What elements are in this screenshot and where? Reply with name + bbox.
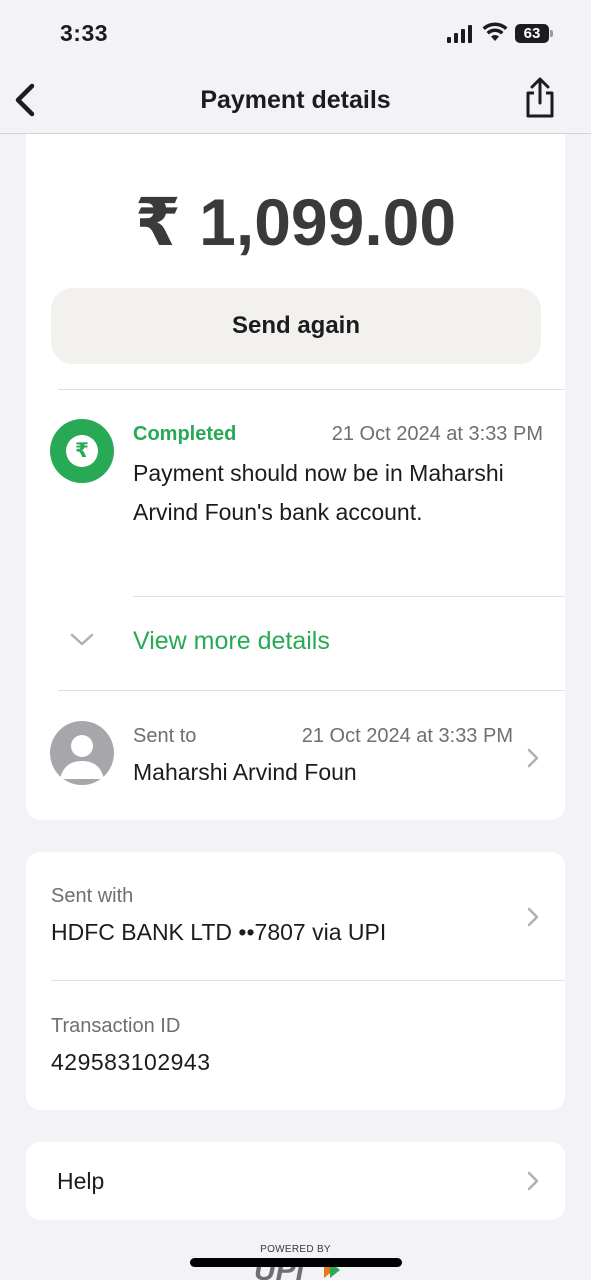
view-more-details-link[interactable]: View more details <box>133 627 330 656</box>
rupee-icon: ₹ <box>66 435 98 467</box>
sent-to-label: Sent to <box>133 725 197 747</box>
transaction-id-label: Transaction ID <box>51 1015 181 1037</box>
powered-by-label: POWERED BY <box>260 1244 331 1255</box>
chevron-right-icon[interactable] <box>526 1170 540 1192</box>
help-card[interactable]: Help <box>26 1142 565 1220</box>
chevron-right-icon[interactable] <box>526 747 540 769</box>
send-again-button[interactable]: Send again <box>51 288 541 364</box>
page-title: Payment details <box>200 86 391 114</box>
nav-bar: Payment details <box>0 66 591 134</box>
status-time: 3:33 <box>60 20 109 46</box>
divider <box>133 596 565 597</box>
payment-card: ₹ 1,099.00 Send again ₹ Completed 21 Oct… <box>26 134 565 820</box>
recipient-name[interactable]: Maharshi Arvind Foun <box>133 759 357 786</box>
signal-icon <box>447 25 475 43</box>
divider <box>58 690 565 691</box>
battery-nub <box>550 30 553 37</box>
status-message: Payment should now be in Maharshi Arvind… <box>133 460 504 525</box>
status-label: Completed <box>133 423 237 445</box>
home-indicator <box>190 1258 402 1267</box>
divider <box>58 389 565 390</box>
sent-with-value[interactable]: HDFC BANK LTD ••7807 via UPI <box>51 919 386 946</box>
share-button[interactable] <box>522 76 558 120</box>
divider <box>51 980 565 981</box>
chevron-down-icon[interactable] <box>70 631 94 649</box>
transaction-id-value: 429583102943 <box>51 1049 211 1075</box>
status-date: 21 Oct 2024 at 3:33 PM <box>331 423 543 445</box>
status-bar: 3:33 63 <box>0 0 591 66</box>
payment-amount: ₹ 1,099.00 <box>134 185 457 259</box>
bank-details-card: Sent with HDFC BANK LTD ••7807 via UPI T… <box>26 852 565 1110</box>
chevron-right-icon[interactable] <box>526 906 540 928</box>
share-icon <box>526 77 554 118</box>
completed-status-icon: ₹ <box>50 419 114 483</box>
avatar <box>50 721 114 785</box>
help-label: Help <box>57 1168 105 1194</box>
sent-with-label: Sent with <box>51 885 134 907</box>
sent-to-date: 21 Oct 2024 at 3:33 PM <box>301 725 513 747</box>
person-icon <box>60 735 104 779</box>
battery-icon: 63 <box>515 24 549 43</box>
wifi-icon <box>482 22 508 41</box>
